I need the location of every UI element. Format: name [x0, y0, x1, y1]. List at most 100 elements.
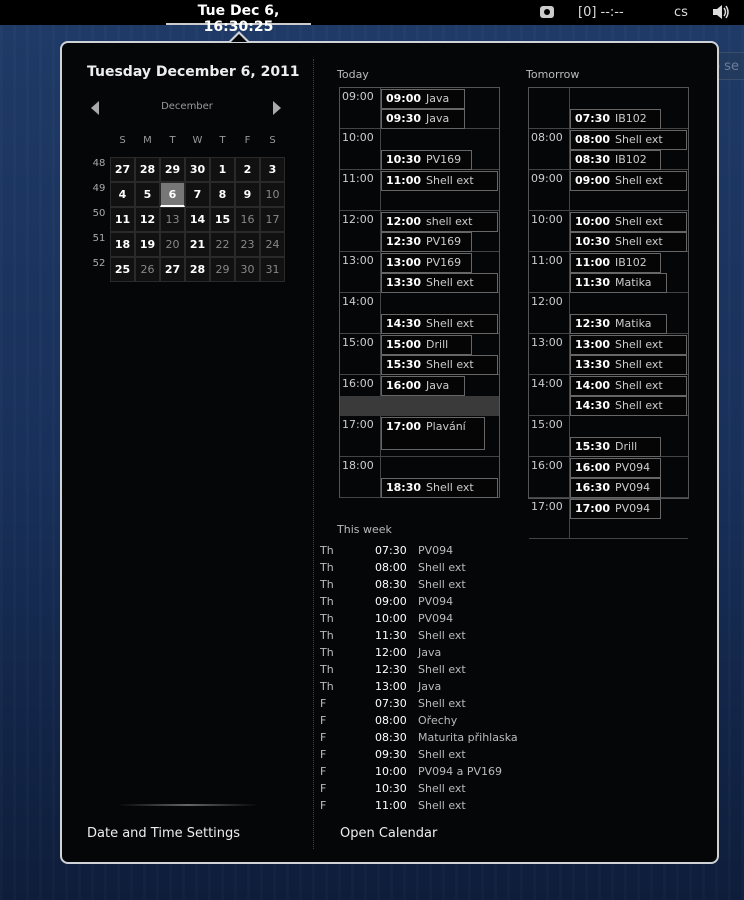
week-event-row[interactable]: Th 11:30 Shell ext — [318, 629, 618, 645]
volume-icon[interactable] — [712, 4, 730, 24]
calendar-day[interactable]: 12 — [135, 207, 160, 232]
calendar-day[interactable]: 22 — [210, 232, 235, 257]
event-item[interactable]: 14:00 Shell ext — [570, 376, 687, 396]
event-name: Shell ext — [426, 481, 474, 494]
calendar-day[interactable]: 17 — [260, 207, 285, 232]
week-event-row[interactable]: F 10:30 Shell ext — [318, 782, 618, 798]
event-item[interactable]: 13:30 Shell ext — [381, 273, 498, 293]
calendar-day[interactable]: 11 — [110, 207, 135, 232]
event-item[interactable]: 11:00 IB102 — [570, 253, 661, 273]
calendar-day[interactable]: 29 — [160, 157, 185, 182]
event-item[interactable]: 15:30 Drill — [570, 437, 661, 457]
event-time: 10:00 — [375, 612, 407, 625]
week-event-row[interactable]: F 10:00 PV094 a PV169 — [318, 765, 618, 781]
event-item[interactable]: 18:30 Shell ext — [381, 478, 498, 498]
event-item[interactable]: 08:30 IB102 — [570, 150, 661, 170]
calendar-day[interactable]: 7 — [185, 182, 210, 207]
calendar-day[interactable]: 8 — [210, 182, 235, 207]
calendar-day[interactable]: 31 — [260, 257, 285, 282]
week-event-row[interactable]: F 09:30 Shell ext — [318, 748, 618, 764]
language-indicator[interactable]: cs — [674, 5, 688, 20]
calendar-day[interactable]: 1 — [210, 157, 235, 182]
week-event-row[interactable]: F 08:00 Ořechy — [318, 714, 618, 730]
week-event-row[interactable]: Th 10:00 PV094 — [318, 612, 618, 628]
event-item[interactable]: 17:00 Plavání — [381, 417, 485, 450]
calendar-day[interactable]: 23 — [235, 232, 260, 257]
week-event-row[interactable]: Th 08:30 Shell ext — [318, 578, 618, 594]
event-item[interactable]: 09:30 Java — [381, 109, 465, 129]
calendar-day[interactable]: 26 — [135, 257, 160, 282]
calendar-day[interactable]: 27 — [160, 257, 185, 282]
week-event-row[interactable]: Th 12:30 Shell ext — [318, 663, 618, 679]
calendar-day[interactable]: 10 — [260, 182, 285, 207]
weekday-label: S — [269, 135, 276, 146]
calendar-day[interactable]: 18 — [110, 232, 135, 257]
event-item[interactable]: 12:30 PV169 — [381, 232, 472, 252]
calendar-day[interactable]: 27 — [110, 157, 135, 182]
date-time-settings-link[interactable]: Date and Time Settings — [87, 826, 240, 841]
calendar-day[interactable]: 29 — [210, 257, 235, 282]
week-event-row[interactable]: Th 13:00 Java — [318, 680, 618, 696]
next-month-icon[interactable] — [273, 101, 281, 115]
calendar-day[interactable]: 28 — [135, 157, 160, 182]
event-item[interactable]: 16:00 Java — [381, 376, 465, 396]
event-item[interactable]: 11:00 Shell ext — [381, 171, 498, 191]
calendar-day[interactable]: 25 — [110, 257, 135, 282]
event-item[interactable]: 12:30 Matika — [570, 314, 667, 334]
calendar-day[interactable]: 20 — [160, 232, 185, 257]
event-item[interactable]: 12:00 shell ext — [381, 212, 498, 232]
hour-label: 09:00 — [342, 90, 374, 103]
event-item[interactable]: 07:30 IB102 — [570, 109, 661, 129]
event-item[interactable]: 17:00 PV094 — [570, 499, 661, 519]
calendar-day-today[interactable]: 6 — [160, 182, 185, 207]
calendar-day[interactable]: 5 — [135, 182, 160, 207]
event-name: Shell ext — [615, 235, 663, 248]
calendar-day[interactable]: 21 — [185, 232, 210, 257]
keyboard-status[interactable]: [0] --:-- — [578, 5, 624, 20]
event-name: PV094 — [418, 544, 454, 557]
event-item[interactable]: 13:30 Shell ext — [570, 355, 687, 375]
event-item[interactable]: 10:00 Shell ext — [570, 212, 687, 232]
calendar-day[interactable]: 3 — [260, 157, 285, 182]
event-item[interactable]: 14:30 Shell ext — [570, 396, 687, 416]
week-event-row[interactable]: F 07:30 Shell ext — [318, 697, 618, 713]
event-item[interactable]: 11:30 Matika — [570, 273, 667, 293]
event-item[interactable]: 15:30 Shell ext — [381, 355, 498, 375]
event-item[interactable]: 13:00 Shell ext — [570, 335, 687, 355]
calendar-day[interactable]: 15 — [210, 207, 235, 232]
open-calendar-link[interactable]: Open Calendar — [340, 826, 437, 841]
event-item[interactable]: 15:00 Drill — [381, 335, 472, 355]
calendar-day[interactable]: 28 — [185, 257, 210, 282]
event-item[interactable]: 09:00 Shell ext — [570, 171, 687, 191]
calendar-day[interactable]: 16 — [235, 207, 260, 232]
week-event-row[interactable]: F 08:30 Maturita přihlaska — [318, 731, 618, 747]
week-event-row[interactable]: Th 08:00 Shell ext — [318, 561, 618, 577]
event-item[interactable]: 13:00 PV169 — [381, 253, 472, 273]
calendar-day[interactable]: 24 — [260, 232, 285, 257]
calendar-day[interactable]: 19 — [135, 232, 160, 257]
calendar-day[interactable]: 9 — [235, 182, 260, 207]
calendar-day[interactable]: 14 — [185, 207, 210, 232]
event-item[interactable]: 08:00 Shell ext — [570, 130, 687, 150]
calendar-day[interactable]: 4 — [110, 182, 135, 207]
calendar-day[interactable]: 30 — [235, 257, 260, 282]
event-time: 07:30 — [375, 544, 407, 557]
tomorrow-schedule: 08:00 09:00 10:00 11:00 12:00 13:00 14:00 15:00… — [528, 87, 689, 539]
calendar-day[interactable]: 30 — [185, 157, 210, 182]
tray-status-icon[interactable] — [539, 4, 555, 24]
week-event-row[interactable]: Th 12:00 Java — [318, 646, 618, 662]
event-item[interactable]: 10:30 Shell ext — [570, 232, 687, 252]
event-item[interactable]: 10:30 PV169 — [381, 150, 472, 170]
calendar-day[interactable]: 13 — [160, 207, 185, 232]
event-name: Drill — [426, 338, 449, 351]
calendar-day[interactable]: 2 — [235, 157, 260, 182]
week-event-row[interactable]: F 11:00 Shell ext — [318, 799, 618, 815]
clock-button[interactable]: Tue Dec 6, 16:30:25 — [166, 3, 311, 35]
weekday-label: F — [244, 135, 251, 146]
week-event-row[interactable]: Th 07:30 PV094 — [318, 544, 618, 560]
event-item[interactable]: 16:30 PV094 — [570, 478, 661, 498]
event-item[interactable]: 16:00 PV094 — [570, 458, 661, 478]
event-item[interactable]: 09:00 Java — [381, 89, 465, 109]
event-item[interactable]: 14:30 Shell ext — [381, 314, 498, 334]
week-event-row[interactable]: Th 09:00 PV094 — [318, 595, 618, 611]
